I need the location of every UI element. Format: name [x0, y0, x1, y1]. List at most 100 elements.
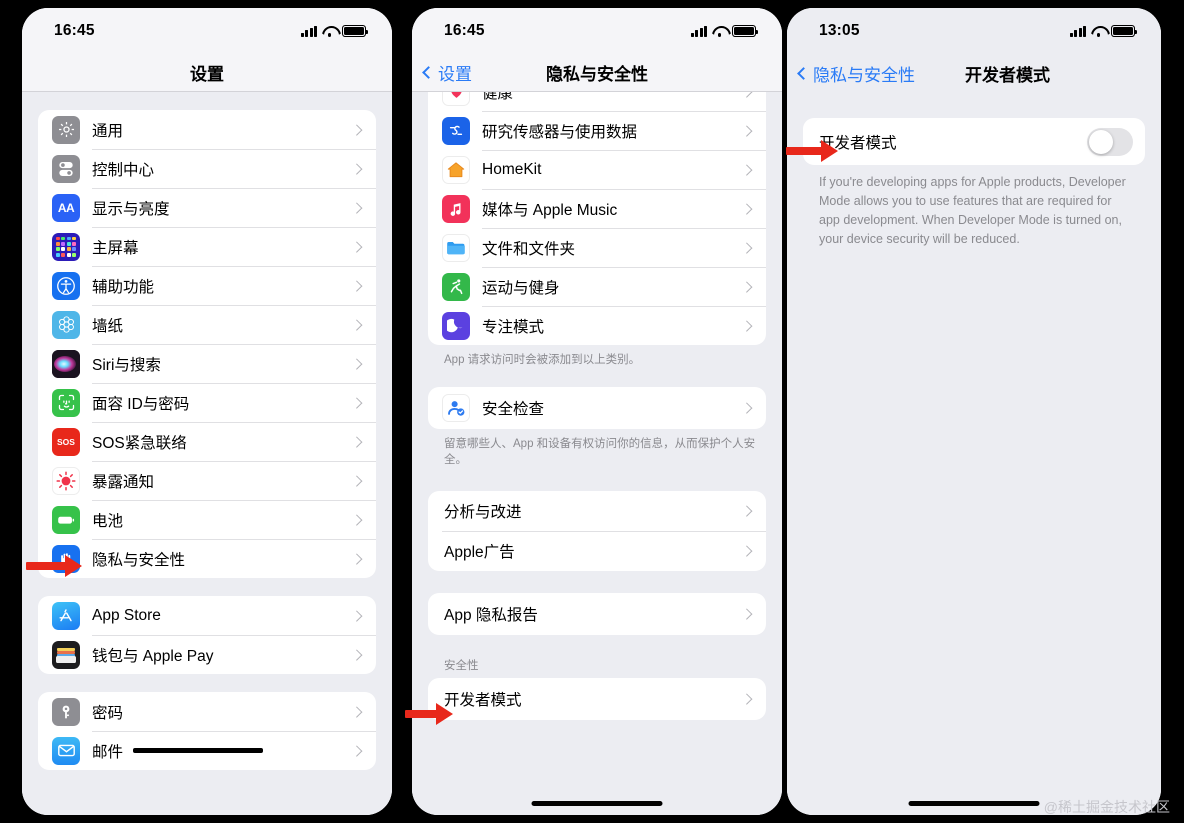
privacy-group-security: 开发者模式 — [428, 678, 766, 721]
watermark: @稀土掘金技术社区 — [1043, 799, 1170, 815]
settings-group-accounts: 密码 邮件 — [38, 692, 376, 770]
fitness-icon — [442, 272, 470, 301]
chevron-right-icon — [350, 319, 362, 330]
chevron-right-icon — [350, 397, 362, 408]
wifi-icon — [712, 26, 727, 37]
sidebar-item-general[interactable]: 通用 — [38, 110, 376, 149]
chevron-right-icon — [350, 163, 362, 174]
chevron-right-icon — [350, 745, 362, 756]
phone-screenshot-settings: 16:45 设置 通用 控制中心 AA 显示与亮度 主屏幕 辅助功能 墙纸 Si… — [22, 8, 392, 815]
settings-list[interactable]: 通用 控制中心 AA 显示与亮度 主屏幕 辅助功能 墙纸 Siri与搜索 面容 … — [22, 92, 392, 815]
privacy-row-safety-check[interactable]: 安全检查 — [428, 387, 766, 429]
phone-screenshot-privacy: 16:45 设置 隐私与安全性 健康 研究传感器与使用数据 HomeKit 媒体… — [412, 8, 782, 815]
status-icons — [690, 25, 759, 37]
privacy-row-health[interactable]: 健康 — [428, 92, 766, 111]
back-button-label: 隐私与安全性 — [813, 65, 915, 85]
back-button[interactable]: 设置 — [422, 60, 472, 85]
privacy-group-app-report: App 隐私报告 — [428, 593, 766, 636]
sidebar-item-siri[interactable]: Siri与搜索 — [38, 344, 376, 383]
row-label: 墙纸 — [92, 317, 124, 335]
safety-check-footnote: 留意哪些人、App 和设备有权访问你的信息，从而保护个人安全。 — [444, 437, 756, 467]
sidebar-item-exposure-notifications[interactable]: 暴露通知 — [38, 461, 376, 500]
sidebar-item-accessibility[interactable]: 辅助功能 — [38, 266, 376, 305]
nav-bar: 隐私与安全性 开发者模式 — [787, 54, 1161, 92]
apple-music-icon — [442, 194, 470, 223]
chevron-right-icon — [350, 610, 362, 621]
focus-moon-icon — [442, 311, 470, 340]
chevron-left-icon — [422, 66, 435, 79]
sidebar-item-app-store[interactable]: App Store — [38, 596, 376, 635]
sidebar-item-display[interactable]: AA 显示与亮度 — [38, 188, 376, 227]
privacy-row-apple-ads[interactable]: Apple广告 — [428, 531, 766, 571]
nav-bar: 设置 — [22, 54, 392, 92]
files-folder-icon — [442, 233, 470, 262]
sidebar-item-battery[interactable]: 电池 — [38, 500, 376, 539]
security-section-header: 安全性 — [444, 660, 479, 673]
chevron-right-icon — [740, 92, 752, 98]
row-label: 开发者模式 — [819, 134, 897, 152]
sidebar-item-home-screen[interactable]: 主屏幕 — [38, 227, 376, 266]
battery-icon — [732, 25, 759, 37]
accessibility-icon — [52, 271, 80, 300]
row-label: 安全检查 — [482, 400, 545, 418]
privacy-row-focus[interactable]: 专注模式 — [428, 306, 766, 345]
row-label: 密码 — [92, 704, 124, 722]
privacy-row-analytics[interactable]: 分析与改进 — [428, 491, 766, 531]
battery-settings-icon — [52, 505, 80, 534]
chevron-right-icon — [740, 505, 752, 517]
row-label: App 隐私报告 — [444, 607, 538, 625]
chevron-right-icon — [350, 649, 362, 660]
row-label: 专注模式 — [482, 318, 545, 336]
privacy-row-homekit[interactable]: HomeKit — [428, 150, 766, 189]
chevron-right-icon — [350, 436, 362, 447]
privacy-row-media-music[interactable]: 媒体与 Apple Music — [428, 189, 766, 228]
row-label: 隐私与安全性 — [92, 551, 186, 569]
back-button[interactable]: 隐私与安全性 — [797, 61, 915, 86]
chevron-right-icon — [350, 280, 362, 291]
page-title: 设置 — [190, 65, 224, 84]
app-store-icon — [52, 601, 80, 630]
cellular-signal-icon — [300, 25, 317, 37]
sidebar-item-face-id[interactable]: 面容 ID与密码 — [38, 383, 376, 422]
row-label: 主屏幕 — [92, 239, 139, 257]
chevron-right-icon — [350, 514, 362, 525]
mail-icon — [52, 736, 80, 765]
privacy-categories-footnote: App 请求访问时会被添加到以上类别。 — [444, 354, 641, 366]
developer-mode-toggle-row[interactable]: 开发者模式 — [803, 118, 1145, 165]
privacy-group-safety-check: 安全检查 — [428, 386, 766, 429]
privacy-row-app-privacy-report[interactable]: App 隐私报告 — [428, 593, 766, 635]
settings-screen: 16:45 设置 通用 控制中心 AA 显示与亮度 主屏幕 辅助功能 墙纸 Si… — [22, 8, 392, 815]
sidebar-item-wallet[interactable]: 钱包与 Apple Pay — [38, 635, 376, 674]
privacy-row-developer-mode[interactable]: 开发者模式 — [428, 678, 766, 720]
sidebar-item-emergency-sos[interactable]: SOS SOS紧急联络 — [38, 422, 376, 461]
wallpaper-icon — [52, 310, 80, 339]
privacy-list[interactable]: 健康 研究传感器与使用数据 HomeKit 媒体与 Apple Music 文件… — [412, 92, 782, 815]
gear-icon — [52, 115, 80, 144]
status-clock: 13:05 — [819, 22, 860, 39]
chevron-right-icon — [740, 281, 752, 292]
chevron-right-icon — [350, 202, 362, 213]
chevron-right-icon — [350, 241, 362, 252]
control-center-icon — [52, 154, 80, 183]
chevron-right-icon — [350, 124, 362, 135]
sidebar-item-privacy-security[interactable]: 隐私与安全性 — [38, 539, 376, 578]
privacy-row-research[interactable]: 研究传感器与使用数据 — [428, 111, 766, 150]
home-screen-icon — [52, 232, 80, 261]
row-label: 开发者模式 — [444, 692, 522, 710]
face-id-icon — [52, 388, 80, 417]
nav-bar: 设置 隐私与安全性 — [412, 54, 782, 92]
exposure-notification-icon — [52, 466, 80, 495]
developer-mode-screen: 13:05 隐私与安全性 开发者模式 开发者模式 If you're devel… — [787, 8, 1161, 815]
developer-mode-content: 开发者模式 If you're developing apps for Appl… — [787, 92, 1161, 815]
sidebar-item-wallpaper[interactable]: 墙纸 — [38, 305, 376, 344]
row-label: 文件和文件夹 — [482, 240, 576, 258]
sidebar-item-passwords[interactable]: 密码 — [38, 692, 376, 731]
row-label: 研究传感器与使用数据 — [482, 123, 638, 141]
privacy-row-fitness[interactable]: 运动与健身 — [428, 267, 766, 306]
sidebar-item-control-center[interactable]: 控制中心 — [38, 149, 376, 188]
homekit-icon — [442, 155, 470, 184]
sidebar-item-mail[interactable]: 邮件 — [38, 731, 376, 770]
row-label: 面容 ID与密码 — [92, 395, 190, 413]
developer-mode-switch[interactable] — [1087, 127, 1133, 156]
privacy-row-files-folders[interactable]: 文件和文件夹 — [428, 228, 766, 267]
